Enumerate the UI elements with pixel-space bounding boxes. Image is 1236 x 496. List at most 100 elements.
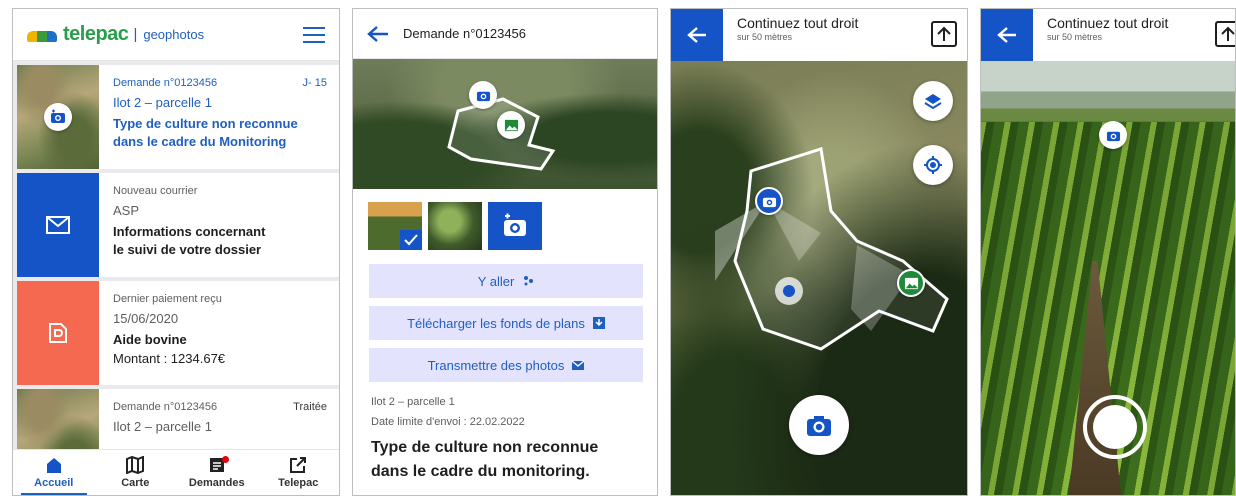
map-icon <box>126 456 145 474</box>
camera-button[interactable] <box>789 395 849 455</box>
request-number: Demande n°0123456 <box>113 77 218 89</box>
request-info: Ilot 2 – parcelle 1 Date limite d'envoi … <box>353 382 657 484</box>
payment-date: 15/06/2020 <box>113 311 179 326</box>
check-icon <box>400 230 422 250</box>
notification-dot <box>221 456 229 463</box>
locate-icon <box>924 156 942 174</box>
navigation-instruction: Continuez tout droit <box>737 15 859 31</box>
arrow-up-icon <box>931 21 957 47</box>
home-icon <box>46 458 61 473</box>
request-headline-line2: dans le cadre du monitoring. <box>371 463 590 480</box>
telepac-logo-icon <box>27 28 57 42</box>
nav-label: Accueil <box>34 477 74 489</box>
shutter-inner <box>1093 405 1137 449</box>
photo-thumbnail[interactable] <box>368 202 422 250</box>
walk-icon <box>524 276 534 286</box>
card-meta: Nouveau courrier <box>113 185 198 197</box>
back-button[interactable] <box>981 9 1033 61</box>
mail-icon <box>46 216 70 234</box>
layers-icon <box>924 94 942 110</box>
status-badge: Traitée <box>293 401 327 413</box>
list-item[interactable]: Demande n°0123456 J- 15 Ilot 2 – parcell… <box>17 65 339 169</box>
camera-pin[interactable] <box>469 81 497 109</box>
card-title-line1: Informations concernant <box>113 224 266 239</box>
card-title-line2: dans le cadre du Monitoring <box>113 134 287 149</box>
camera-icon <box>504 213 526 236</box>
list-item[interactable]: Nouveau courrier ASP Informations concer… <box>17 173 339 277</box>
send-button-label: Transmettre des photos <box>427 357 565 373</box>
nav-demandes[interactable]: Demandes <box>176 450 258 495</box>
navigation-instruction: Continuez tout droit <box>1047 15 1169 31</box>
parcel-thumbnail <box>17 65 99 169</box>
logo-name: telepac <box>63 23 129 45</box>
back-button[interactable] <box>671 9 723 61</box>
locate-button[interactable] <box>913 145 953 185</box>
card-sender: ASP <box>113 203 140 218</box>
screen-navigation-map: Continuez tout droit sur 50 mètres <box>670 8 968 496</box>
camera-icon <box>762 197 776 207</box>
navigation-distance: sur 50 mètres <box>1047 32 1103 42</box>
logo-subtitle: geophotos <box>143 27 205 42</box>
go-button[interactable]: Y aller <box>369 264 643 298</box>
screen-request-detail: Demande n°0123456 Y aller Télécharger le… <box>352 8 658 496</box>
deadline-text: Date limite d'envoi : 22.02.2022 <box>371 416 525 428</box>
go-button-label: Y aller <box>477 273 515 289</box>
arrow-left-icon[interactable] <box>367 25 389 43</box>
app-header: telepac | geophotos <box>13 9 339 61</box>
nav-accueil[interactable]: Accueil <box>13 450 95 495</box>
external-link-icon <box>290 457 307 473</box>
photo-pin[interactable] <box>897 269 925 297</box>
satellite-map[interactable] <box>671 61 967 495</box>
payment-thumbnail <box>17 281 99 385</box>
photo-thumbnails <box>353 189 657 250</box>
nav-telepac[interactable]: Telepac <box>258 450 340 495</box>
download-basemaps-button[interactable]: Télécharger les fonds de plans <box>369 306 643 340</box>
parcel-label: Ilot 2 – parcelle 1 <box>371 396 455 408</box>
parcel-label: Ilot 2 – parcelle 1 <box>113 419 213 434</box>
camera-icon <box>476 91 490 101</box>
payment-icon <box>49 323 67 343</box>
camera-icon <box>1106 131 1120 141</box>
list-item[interactable]: Dernier paiement reçu 15/06/2020 Aide bo… <box>17 281 339 385</box>
nav-label: Carte <box>121 477 150 489</box>
parcel-label: Ilot 2 – parcelle 1 <box>113 95 213 110</box>
send-photos-button[interactable]: Transmettre des photos <box>369 348 643 382</box>
payment-amount: Montant : 1234.67€ <box>113 351 226 366</box>
layers-button[interactable] <box>913 81 953 121</box>
screen-camera-view: Continuez tout droit sur 50 mètres <box>980 8 1236 496</box>
image-icon <box>904 277 918 289</box>
download-button-label: Télécharger les fonds de plans <box>407 315 585 331</box>
photo-thumbnail[interactable] <box>428 202 482 250</box>
nav-label: Demandes <box>188 477 245 489</box>
shutter-button[interactable] <box>1083 395 1147 459</box>
card-title-line1: Aide bovine <box>113 332 187 347</box>
page-title: Demande n°0123456 <box>403 26 527 41</box>
request-headline-line1: Type de culture non reconnue <box>371 439 599 456</box>
mail-icon <box>572 360 585 370</box>
navigation-header: Continuez tout droit sur 50 mètres <box>671 9 967 61</box>
hamburger-icon[interactable] <box>303 26 325 43</box>
deadline-badge: J- 15 <box>302 77 327 89</box>
card-meta: Dernier paiement reçu <box>113 293 222 305</box>
card-title-line1: Type de culture non reconnue <box>113 116 298 131</box>
nav-label: Telepac <box>278 477 319 489</box>
navigation-header: Continuez tout droit sur 50 mètres <box>981 9 1235 61</box>
bottom-nav: Accueil Carte Demandes Telepac <box>13 449 339 495</box>
camera-pin[interactable] <box>1099 121 1127 149</box>
parcel-map[interactable] <box>353 59 657 189</box>
photo-pin[interactable] <box>497 111 525 139</box>
image-icon <box>504 119 518 131</box>
camera-icon <box>807 416 831 436</box>
notification-list: Demande n°0123456 J- 15 Ilot 2 – parcell… <box>13 61 339 493</box>
screen-home: telepac | geophotos Demande n°0123456 J-… <box>12 8 340 496</box>
detail-header: Demande n°0123456 <box>353 9 657 59</box>
navigation-distance: sur 50 mètres <box>737 32 793 42</box>
camera-pin[interactable] <box>755 187 783 215</box>
add-photo-button[interactable] <box>488 202 542 250</box>
logo-separator: | <box>133 26 138 43</box>
card-title-line2: le suivi de votre dossier <box>113 242 262 257</box>
nav-carte[interactable]: Carte <box>95 450 177 495</box>
arrow-left-icon <box>687 27 706 43</box>
mail-thumbnail <box>17 173 99 277</box>
arrow-left-icon <box>997 27 1016 43</box>
